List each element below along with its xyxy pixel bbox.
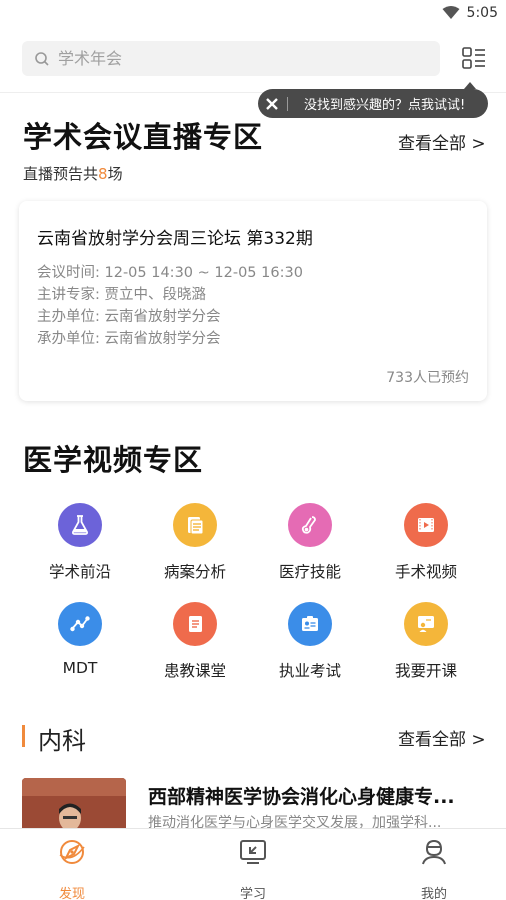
live-card[interactable]: 云南省放射学分会周三论坛 第332期 会议时间: 12-05 14:30 ~ 1… [19,201,487,401]
tab-discover[interactable]: 发现 [32,837,112,900]
video-title: 西部精神医学协会消化心身健康专... [148,786,455,808]
grid-item-medical-skills[interactable]: 医疗技能 [260,503,360,582]
preview-count: 8 [98,165,108,183]
grid-item-label: 病案分析 [163,563,226,581]
grid-item-label: 我要开课 [394,662,457,680]
grid-item-label: 执业考试 [278,662,341,680]
search-icon [35,51,49,66]
grid-item-licensing-exam[interactable]: 执业考试 [260,602,360,681]
live-card-co-organizer: 承办单位: 云南省放射学分会 [37,331,221,347]
live-card-booked: 733人已预约 [386,370,469,386]
search-box[interactable] [22,41,440,76]
grid-item-label: 手术视频 [394,563,457,581]
live-card-experts: 主讲专家: 贾立中、段晓潞 [37,287,206,303]
live-card-organizer: 主办单位: 云南省放射学分会 [37,309,221,325]
teacher-icon [404,602,448,646]
live-section-title: 学术会议直播专区 [23,120,264,154]
wifi-icon [442,6,460,19]
grid-item-label: 学术前沿 [48,563,111,581]
status-bar: 5:05 [0,0,506,28]
grid-item-label: MDT [62,659,98,677]
live-card-time: 会议时间: 12-05 14:30 ~ 12-05 16:30 [37,265,303,281]
grid-item-surgery-video[interactable]: 手术视频 [376,503,476,582]
grid-item-start-course[interactable]: 我要开课 [376,602,476,681]
preview-prefix: 直播预告共 [23,165,99,183]
network-icon [58,602,102,646]
tab-label: 发现 [58,887,85,900]
grid-item-patient-education[interactable]: 患教课堂 [145,602,245,681]
hint-tooltip[interactable]: 没找到感兴趣的？点我试试! [258,82,488,118]
status-time: 5:05 [466,5,498,21]
grid-item-label: 医疗技能 [278,563,341,581]
grid-item-academic-frontier[interactable]: 学术前沿 [30,503,130,582]
tab-mine[interactable]: 我的 [394,837,474,900]
film-icon [404,503,448,547]
profile-icon [422,839,446,865]
thermometer-icon [288,503,332,547]
video-section-title: 医学视频专区 [23,443,204,477]
study-icon [240,840,266,864]
tab-label: 学习 [239,887,266,900]
category-menu-icon[interactable] [462,47,486,69]
live-card-title: 云南省放射学分会周三论坛 第332期 [37,229,313,249]
search-input[interactable] [58,49,398,68]
grid-item-label: 患教课堂 [163,662,226,680]
tooltip-text[interactable]: 没找到感兴趣的？点我试试! [304,94,465,113]
category-title: 内科 [38,727,86,755]
discover-icon [59,840,85,864]
tab-label: 我的 [420,887,447,900]
grid-item-mdt[interactable]: MDT [30,602,130,677]
live-preview-count: 直播预告共8场 [23,163,123,184]
tooltip-separator [287,96,288,111]
category-view-all-link[interactable]: 查看全部 > [398,725,486,750]
tab-study[interactable]: 学习 [213,837,293,900]
notebook-icon [173,602,217,646]
category-marker [22,725,25,747]
live-view-all-link[interactable]: 查看全部 > [398,129,486,154]
close-icon[interactable] [265,97,279,111]
bottom-tab-bar: 发现 学习 我的 [0,828,506,900]
tooltip-arrow [464,82,476,89]
document-icon [173,503,217,547]
flask-icon [58,503,102,547]
preview-suffix: 场 [107,165,123,183]
grid-item-case-analysis[interactable]: 病案分析 [145,503,245,582]
id-card-icon [288,602,332,646]
